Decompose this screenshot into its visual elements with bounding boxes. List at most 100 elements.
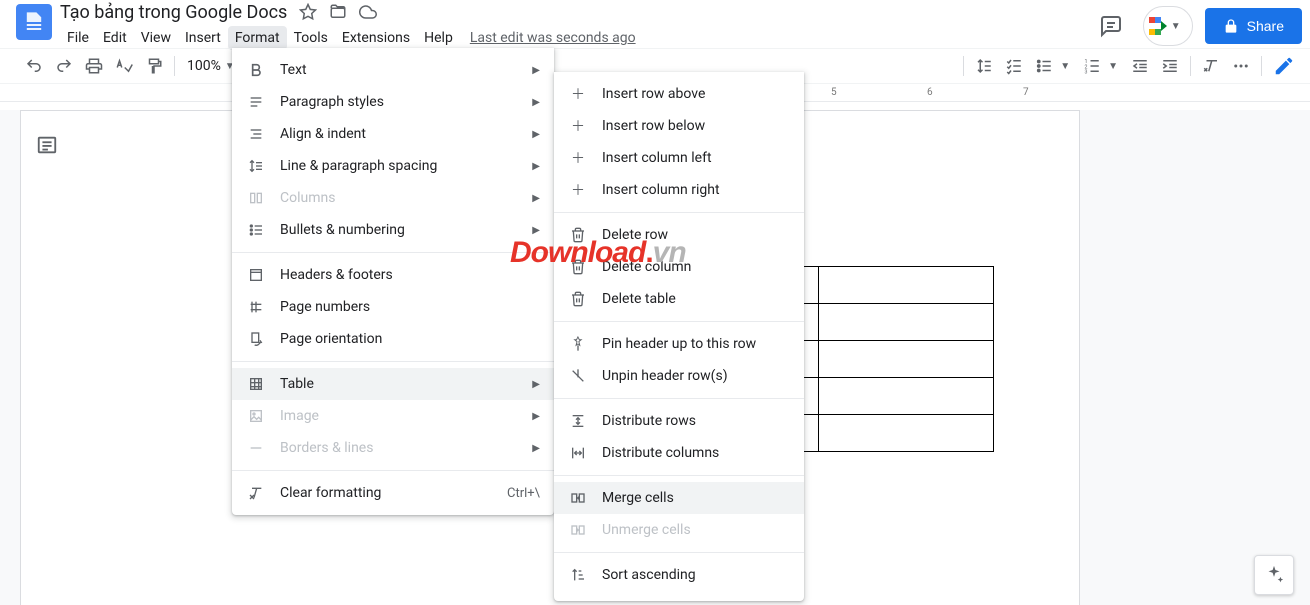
more-button[interactable] [1227, 52, 1255, 80]
cloud-status-icon[interactable] [359, 3, 377, 21]
chevron-right-icon: ▶ [532, 97, 540, 108]
plus-icon: ＋ [568, 116, 588, 136]
trash-icon [568, 225, 588, 245]
share-button[interactable]: Share [1205, 8, 1302, 44]
menu-bullets-numbering[interactable]: Bullets & numbering ▶ [232, 214, 554, 246]
page-numbers-icon [246, 297, 266, 317]
bold-icon [246, 60, 266, 80]
meet-button[interactable]: ▼ [1143, 6, 1193, 46]
menu-insert-row-below[interactable]: ＋Insert row below [554, 110, 804, 142]
menu-unmerge-cells: Unmerge cells [554, 514, 804, 546]
doc-title[interactable]: Tạo bảng trong Google Docs [60, 2, 287, 23]
menu-page-numbers[interactable]: Page numbers [232, 291, 554, 323]
ruler-tick: 7 [1023, 87, 1029, 98]
menu-extensions[interactable]: Extensions [335, 26, 417, 50]
menu-clear-formatting[interactable]: Clear formatting Ctrl+\ [232, 477, 554, 509]
menu-merge-cells[interactable]: Merge cells [554, 482, 804, 514]
chevron-down-icon: ▼ [1171, 21, 1187, 32]
menu-pin-header[interactable]: Pin header up to this row [554, 328, 804, 360]
menu-table[interactable]: Table ▶ [232, 368, 554, 400]
chevron-right-icon: ▶ [532, 129, 540, 140]
menu-delete-table[interactable]: Delete table [554, 283, 804, 315]
chevron-down-icon[interactable]: ▼ [1060, 61, 1076, 72]
menu-columns: Columns ▶ [232, 182, 554, 214]
move-icon[interactable] [329, 3, 347, 21]
menu-headers-footers[interactable]: Headers & footers [232, 259, 554, 291]
checklist-button[interactable] [1000, 52, 1028, 80]
align-icon [246, 124, 266, 144]
zoom-level[interactable]: 100% [181, 58, 223, 74]
clear-formatting-icon [246, 483, 266, 503]
chevron-right-icon: ▶ [532, 379, 540, 390]
ruler-tick: 5 [831, 87, 837, 98]
numbered-list-button[interactable]: 123 [1078, 52, 1106, 80]
clear-formatting-button[interactable] [1197, 52, 1225, 80]
borders-icon [246, 438, 266, 458]
chevron-right-icon: ▶ [532, 161, 540, 172]
menu-insert-column-right[interactable]: ＋Insert column right [554, 174, 804, 206]
menu-format[interactable]: Format [228, 26, 287, 50]
menu-view[interactable]: View [134, 26, 178, 50]
menu-file[interactable]: File [60, 26, 96, 50]
image-icon [246, 406, 266, 426]
menu-delete-column[interactable]: Delete column [554, 251, 804, 283]
menu-align-indent[interactable]: Align & indent ▶ [232, 118, 554, 150]
last-edit-link[interactable]: Last edit was seconds ago [470, 30, 636, 46]
menu-insert[interactable]: Insert [178, 26, 228, 50]
table-submenu: ＋Insert row above ＋Insert row below ＋Ins… [554, 72, 804, 601]
plus-icon: ＋ [568, 84, 588, 104]
menu-edit[interactable]: Edit [96, 26, 134, 50]
outline-toggle-icon[interactable] [36, 134, 58, 156]
bulleted-list-button[interactable] [1030, 52, 1058, 80]
menu-text[interactable]: Text ▶ [232, 54, 554, 86]
line-spacing-button[interactable] [970, 52, 998, 80]
menu-delete-row[interactable]: Delete row [554, 219, 804, 251]
columns-icon [246, 188, 266, 208]
redo-button[interactable] [50, 52, 78, 80]
svg-text:3: 3 [1085, 70, 1088, 76]
menu-insert-row-above[interactable]: ＋Insert row above [554, 78, 804, 110]
headers-footers-icon [246, 265, 266, 285]
comments-icon[interactable] [1091, 6, 1131, 46]
chevron-right-icon: ▶ [532, 225, 540, 236]
plus-icon: ＋ [568, 180, 588, 200]
trash-icon [568, 257, 588, 277]
page-orientation-icon [246, 329, 266, 349]
menu-tools[interactable]: Tools [287, 26, 335, 50]
distribute-rows-icon [568, 411, 588, 431]
chevron-right-icon: ▶ [532, 193, 540, 204]
chevron-down-icon[interactable]: ▼ [1108, 61, 1124, 72]
docs-logo-icon[interactable] [16, 4, 52, 40]
menu-distribute-columns[interactable]: Distribute columns [554, 437, 804, 469]
format-menu: Text ▶ Paragraph styles ▶ Align & indent… [232, 48, 554, 515]
plus-icon: ＋ [568, 148, 588, 168]
spellcheck-button[interactable] [110, 52, 138, 80]
editing-mode-button[interactable] [1266, 48, 1302, 84]
decrease-indent-button[interactable] [1126, 52, 1154, 80]
line-spacing-icon [246, 156, 266, 176]
menu-unpin-header[interactable]: Unpin header row(s) [554, 360, 804, 392]
menu-paragraph-styles[interactable]: Paragraph styles ▶ [232, 86, 554, 118]
distribute-columns-icon [568, 443, 588, 463]
ruler-tick: 6 [927, 87, 933, 98]
print-button[interactable] [80, 52, 108, 80]
chevron-right-icon: ▶ [532, 65, 540, 76]
lock-icon [1223, 18, 1239, 34]
trash-icon [568, 289, 588, 309]
menu-line-spacing[interactable]: Line & paragraph spacing ▶ [232, 150, 554, 182]
pin-icon [568, 334, 588, 354]
unmerge-cells-icon [568, 520, 588, 540]
menu-help[interactable]: Help [417, 26, 460, 50]
meet-icon [1149, 17, 1169, 35]
menu-sort-ascending[interactable]: Sort ascending [554, 559, 804, 591]
merge-cells-icon [568, 488, 588, 508]
menu-distribute-rows[interactable]: Distribute rows [554, 405, 804, 437]
paint-format-button[interactable] [140, 52, 168, 80]
increase-indent-button[interactable] [1156, 52, 1184, 80]
star-icon[interactable] [299, 3, 317, 21]
menu-insert-column-left[interactable]: ＋Insert column left [554, 142, 804, 174]
explore-button[interactable] [1254, 555, 1294, 595]
menu-borders-lines: Borders & lines ▶ [232, 432, 554, 464]
menu-page-orientation[interactable]: Page orientation [232, 323, 554, 355]
undo-button[interactable] [20, 52, 48, 80]
